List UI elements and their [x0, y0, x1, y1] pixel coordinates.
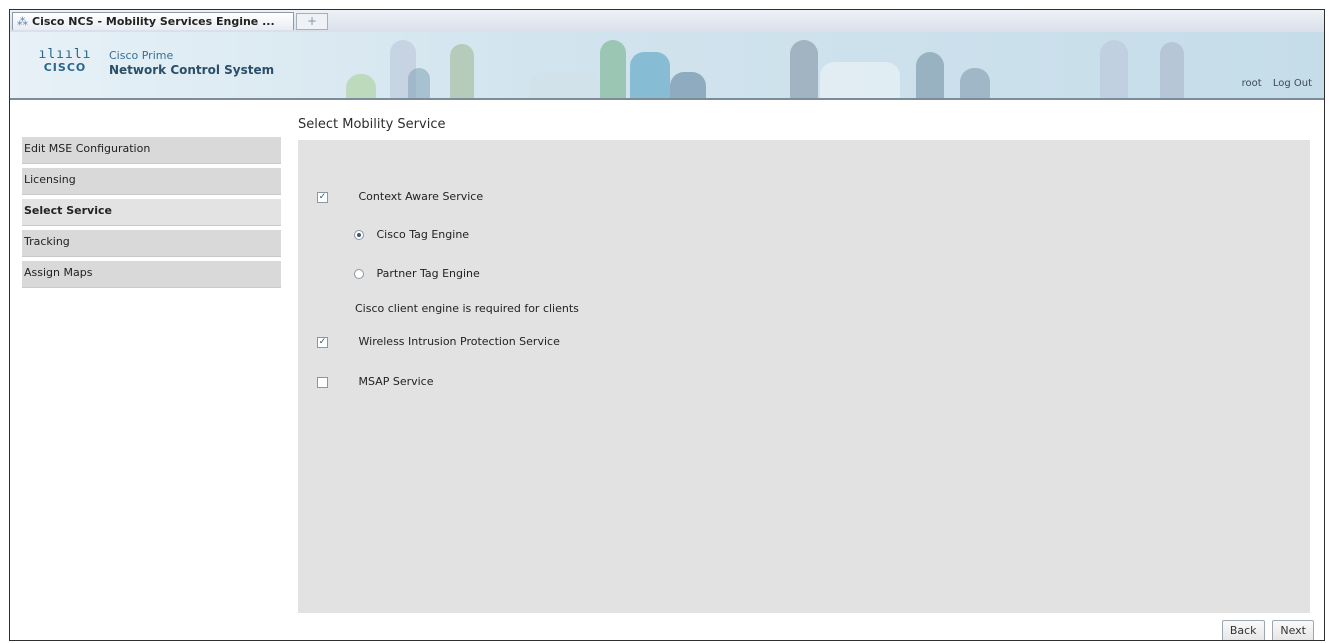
context-aware-row: ✓ Context Aware Service: [317, 190, 483, 204]
partner-tag-engine-row: Partner Tag Engine: [354, 267, 480, 281]
product-line1: Cisco Prime: [109, 49, 174, 62]
header-decoration: [916, 52, 944, 98]
header-decoration: [600, 40, 626, 98]
header-decoration: [670, 72, 706, 98]
tab-bar: ⁂ Cisco NCS - Mobility Services Engine ..…: [10, 10, 1324, 33]
header-decoration: [450, 44, 474, 98]
tab-title: Cisco NCS - Mobility Services Engine ...: [32, 15, 275, 28]
browser-window: ⁂ Cisco NCS - Mobility Services Engine ..…: [9, 9, 1325, 641]
header-decoration: [790, 40, 818, 98]
client-engine-note: Cisco client engine is required for clie…: [355, 302, 579, 315]
context-aware-checkbox[interactable]: ✓: [317, 191, 328, 203]
header-decoration: [960, 68, 990, 98]
header-decoration: [346, 74, 376, 98]
browser-tab[interactable]: ⁂ Cisco NCS - Mobility Services Engine ..…: [12, 12, 294, 30]
wips-label: Wireless Intrusion Protection Service: [358, 335, 560, 348]
header-decoration: [1160, 42, 1184, 98]
partner-tag-engine-radio[interactable]: [354, 269, 364, 279]
partner-tag-engine-label: Partner Tag Engine: [376, 267, 480, 280]
cisco-logo-text: CISCO: [43, 61, 87, 74]
header-decoration: [530, 72, 600, 98]
back-button[interactable]: Back: [1221, 620, 1265, 640]
next-button[interactable]: Next: [1272, 620, 1314, 640]
msap-label: MSAP Service: [358, 375, 434, 388]
header-decoration: [630, 52, 670, 98]
cisco-logo: ılıılı CISCO: [35, 48, 95, 74]
cisco-tag-engine-row: Cisco Tag Engine: [354, 228, 469, 242]
wizard-sidebar: Edit MSE Configuration Licensing Select …: [22, 137, 281, 292]
msap-checkbox[interactable]: [317, 376, 328, 388]
sidebar-item-assign-maps[interactable]: Assign Maps: [22, 261, 281, 288]
user-links: root Log Out: [1234, 78, 1312, 89]
username-link[interactable]: root: [1242, 78, 1262, 89]
sidebar-item-licensing[interactable]: Licensing: [22, 168, 281, 195]
sidebar-item-edit-mse-configuration[interactable]: Edit MSE Configuration: [22, 137, 281, 164]
product-line2: Network Control System: [109, 63, 275, 77]
msap-row: MSAP Service: [317, 375, 434, 389]
cisco-logo-bars: ılıılı: [38, 47, 92, 62]
header-decoration: [820, 62, 900, 98]
wizard-buttons: Back Next: [1218, 620, 1314, 640]
wips-row: ✓ Wireless Intrusion Protection Service: [317, 335, 560, 349]
cisco-tag-engine-label: Cisco Tag Engine: [376, 228, 470, 241]
new-tab-button[interactable]: +: [296, 13, 328, 30]
sidebar-item-tracking[interactable]: Tracking: [22, 230, 281, 257]
cisco-icon: ⁂: [17, 15, 28, 28]
header-decoration: [1100, 40, 1128, 98]
page-title: Select Mobility Service: [298, 117, 446, 132]
logout-link[interactable]: Log Out: [1273, 78, 1312, 89]
app-header: ılıılı CISCO Cisco Prime Network Control…: [10, 32, 1324, 100]
wips-checkbox[interactable]: ✓: [317, 336, 328, 348]
context-aware-label: Context Aware Service: [358, 190, 484, 203]
sidebar-item-select-service[interactable]: Select Service: [22, 199, 281, 226]
cisco-tag-engine-radio[interactable]: [354, 230, 364, 240]
header-decoration: [408, 68, 430, 98]
service-selection-panel: ✓ Context Aware Service Cisco Tag Engine…: [298, 140, 1310, 613]
product-name: Cisco Prime Network Control System: [109, 49, 274, 77]
